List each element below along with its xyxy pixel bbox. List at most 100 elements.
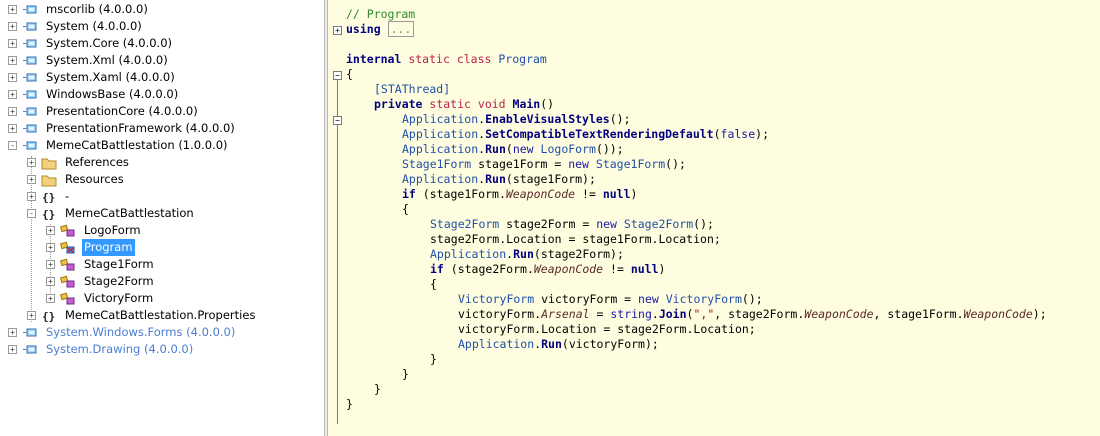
tree-item-label: PresentationCore (4.0.0.0) (46, 104, 198, 118)
tree-item-system-core-4-0-0-0[interactable]: + System.Core (4.0.0.0) (0, 35, 320, 52)
tree-item-memecatbattlestation-properties[interactable]: + {} MemeCatBattlestation.Properties (0, 307, 320, 324)
expand-toggle-icon[interactable]: + (46, 260, 55, 269)
collapse-toggle-icon[interactable]: - (27, 209, 36, 218)
code-line: { (430, 277, 437, 291)
tree-item-label: MemeCatBattlestation.Properties (65, 308, 256, 322)
code-line: Application.Run(stage2Form); (430, 247, 624, 261)
code-line: Application.EnableVisualStyles(); (402, 112, 631, 126)
expand-toggle-icon[interactable]: + (8, 90, 17, 99)
expand-toggle-icon[interactable]: + (46, 277, 55, 286)
attribute-line: [STAThread] (374, 82, 451, 96)
expand-toggle-icon[interactable]: + (46, 226, 55, 235)
class-icon (59, 274, 76, 289)
code-line: } (402, 367, 409, 381)
expand-toggle-icon[interactable]: + (8, 5, 17, 14)
expand-toggle-icon[interactable]: + (8, 22, 17, 31)
class-icon (59, 291, 76, 306)
tree-item-label: VictoryForm (84, 291, 154, 305)
expand-toggle-icon[interactable]: + (8, 73, 17, 82)
expand-using-icon[interactable]: + (333, 26, 342, 35)
assembly-icon (22, 19, 38, 34)
tree-item-label: System.Xaml (4.0.0.0) (46, 70, 175, 84)
class-open-brace: { (346, 67, 353, 81)
tree-item-mscorlib-4-0-0-0[interactable]: + mscorlib (4.0.0.0) (0, 1, 320, 18)
expand-toggle-icon[interactable]: + (8, 124, 17, 133)
code-line: Application.Run(new LogoForm()); (402, 142, 624, 156)
code-line: } (374, 382, 381, 396)
code-line: stage2Form.Location = stage1Form.Locatio… (430, 232, 721, 246)
method-fold-line (337, 125, 338, 409)
tree-item-stage1form[interactable]: + Stage1Form (0, 256, 320, 273)
collapsed-using-block[interactable]: ... (387, 21, 415, 37)
tree-item-system-drawing-4-0-0-0[interactable]: + System.Drawing (4.0.0.0) (0, 341, 320, 358)
tree-item-presentationcore-4-0-0-0[interactable]: + PresentationCore (4.0.0.0) (0, 103, 320, 120)
tree-item-system-4-0-0-0[interactable]: + System (4.0.0.0) (0, 18, 320, 35)
code-view[interactable]: // Program + using ... internal static c… (328, 0, 1100, 436)
expand-toggle-icon[interactable]: + (27, 311, 36, 320)
assembly-icon (22, 104, 38, 119)
tree-item-[interactable]: + {} - (0, 188, 320, 205)
svg-text:{}: {} (42, 191, 55, 204)
collapse-method-icon[interactable]: − (333, 116, 342, 125)
tree-item-system-xaml-4-0-0-0[interactable]: + System.Xaml (4.0.0.0) (0, 69, 320, 86)
code-comment: // Program (346, 7, 416, 21)
code-line: } (346, 397, 353, 411)
class-icon (59, 257, 76, 272)
expand-toggle-icon[interactable]: + (27, 175, 36, 184)
code-line: if (stage2Form.WeaponCode != null) (430, 262, 666, 276)
expand-toggle-icon[interactable]: + (46, 294, 55, 303)
tree-item-stage2form[interactable]: + Stage2Form (0, 273, 320, 290)
tree-item-label: mscorlib (4.0.0.0) (46, 2, 148, 16)
code-line: { (402, 202, 409, 216)
assembly-icon (22, 325, 38, 340)
namespace-icon: {} (41, 206, 57, 221)
code-line: } (430, 352, 437, 366)
collapse-class-icon[interactable]: − (333, 71, 342, 80)
tree-item-memecatbattlestation-1-0-0-0[interactable]: - MemeCatBattlestation (1.0.0.0) (0, 137, 320, 154)
collapse-toggle-icon[interactable]: - (8, 141, 17, 150)
tree-item-system-xml-4-0-0-0[interactable]: + System.Xml (4.0.0.0) (0, 52, 320, 69)
tree-item-label: MemeCatBattlestation (1.0.0.0) (46, 138, 228, 152)
namespace-icon: {} (41, 308, 57, 323)
class-icon (59, 223, 76, 238)
tree-item-windowsbase-4-0-0-0[interactable]: + WindowsBase (4.0.0.0) (0, 86, 320, 103)
tree-item-label: Stage1Form (84, 257, 154, 271)
expand-toggle-icon[interactable]: + (8, 345, 17, 354)
tree-item-references[interactable]: + References (0, 154, 320, 171)
tree-item-label: System (4.0.0.0) (46, 19, 142, 33)
tree-item-victoryform[interactable]: + VictoryForm (0, 290, 320, 307)
tree-item-label: System.Xml (4.0.0.0) (46, 53, 168, 67)
tree-item-logoform[interactable]: + LogoForm (0, 222, 320, 239)
expand-toggle-icon[interactable]: + (8, 39, 17, 48)
tree-item-label: Stage2Form (84, 274, 154, 288)
code-line: victoryForm.Location = stage2Form.Locati… (458, 322, 756, 336)
tree-item-resources[interactable]: + Resources (0, 171, 320, 188)
code-line: if (stage1Form.WeaponCode != null) (402, 187, 638, 201)
tree-item-label: References (65, 155, 129, 169)
assembly-icon (22, 53, 38, 68)
tree-item-program[interactable]: + Program (0, 239, 320, 256)
expand-toggle-icon[interactable]: + (8, 56, 17, 65)
expand-toggle-icon[interactable]: + (8, 328, 17, 337)
expand-toggle-icon[interactable]: + (27, 192, 36, 201)
tree-item-label: PresentationFramework (4.0.0.0) (46, 121, 235, 135)
expand-toggle-icon[interactable]: + (46, 243, 55, 252)
expand-toggle-icon[interactable]: + (8, 107, 17, 116)
tree-item-memecatbattlestation[interactable]: -{} MemeCatBattlestation (0, 205, 320, 222)
tree-item-system-windows-forms-4-0-0-0[interactable]: + System.Windows.Forms (4.0.0.0) (0, 324, 320, 341)
tree-item-presentationframework-4-0-0-0[interactable]: + PresentationFramework (4.0.0.0) (0, 120, 320, 137)
assembly-tree[interactable]: + mscorlib (4.0.0.0) + System (4.0.0.0) + Sys… (0, 0, 324, 436)
tree-item-label: System.Core (4.0.0.0) (46, 36, 173, 50)
code-line: VictoryForm victoryForm = new VictoryFor… (458, 292, 763, 306)
namespace-icon: {} (41, 189, 57, 204)
code-line: Stage2Form stage2Form = new Stage2Form()… (430, 217, 714, 231)
tree-item-label: Program (82, 239, 135, 256)
static-class-icon (59, 240, 76, 255)
tree-item-label: System.Windows.Forms (4.0.0.0) (46, 325, 236, 339)
class-declaration: internal static class Program (346, 52, 547, 66)
tree-item-label: LogoForm (84, 223, 141, 237)
code-line: Application.Run(stage1Form); (402, 172, 596, 186)
code-line: Application.SetCompatibleTextRenderingDe… (402, 127, 770, 141)
assembly-icon (22, 36, 38, 51)
expand-toggle-icon[interactable]: + (27, 158, 36, 167)
